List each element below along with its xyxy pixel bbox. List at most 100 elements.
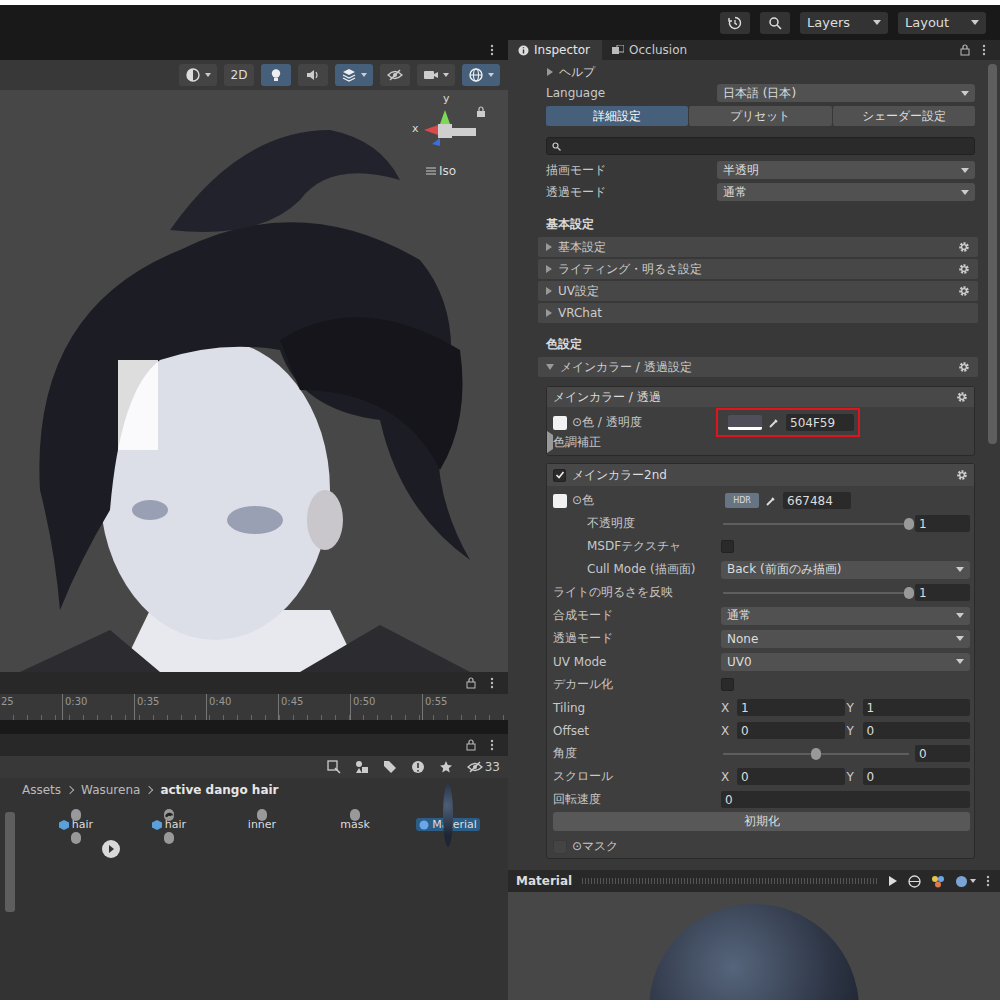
hex-field[interactable]: 504F59 (786, 414, 854, 431)
section-foldout[interactable]: メインカラー / 透過設定 (538, 357, 978, 377)
texture-slot[interactable] (553, 840, 567, 854)
color-swatch[interactable]: HDR (725, 493, 759, 508)
checkbox[interactable] (721, 540, 734, 553)
gear-icon[interactable] (958, 285, 970, 297)
scene-tool-button[interactable] (335, 64, 373, 86)
asset-tile[interactable]: inner (228, 814, 296, 831)
kebab-icon[interactable] (490, 677, 494, 689)
asset-tile[interactable]: hair (135, 814, 203, 831)
asset-tile[interactable]: hair (42, 814, 110, 831)
number-field[interactable]: 1 (915, 515, 970, 532)
lock-icon[interactable] (466, 739, 476, 751)
hue-adjust-foldout[interactable]: 色調補正 (547, 434, 974, 451)
language-dropdown[interactable]: 日本語 (日本) (717, 84, 975, 102)
number-field[interactable]: 0 (737, 768, 845, 785)
property-dropdown[interactable]: None (721, 630, 970, 648)
number-field[interactable]: 0 (863, 722, 971, 739)
history-button[interactable] (720, 12, 750, 34)
section-foldout[interactable]: ライティング・明るさ設定 (538, 259, 978, 279)
lock-icon[interactable] (466, 677, 476, 689)
play-icon[interactable] (888, 875, 898, 887)
inspector-tab[interactable]: Occlusion (602, 40, 699, 60)
texture-slot[interactable] (553, 416, 567, 430)
help-foldout[interactable]: ヘルプ (538, 62, 978, 82)
search-type-icon[interactable] (327, 760, 341, 774)
asset-tile[interactable]: Material (414, 814, 482, 831)
mode-tab[interactable]: シェーダー設定 (833, 106, 975, 126)
enable-checkbox[interactable] (553, 469, 566, 482)
folder-tree-scroll[interactable] (0, 778, 18, 1000)
property-dropdown[interactable]: 半透明 (717, 161, 975, 179)
sphere-icon[interactable] (908, 875, 921, 888)
search-button[interactable] (760, 12, 790, 34)
search-field[interactable] (546, 137, 975, 155)
slider-track[interactable] (723, 753, 909, 755)
label-icon[interactable] (383, 760, 397, 774)
scene-tool-button[interactable] (298, 64, 328, 86)
breadcrumb-item[interactable]: Assets (22, 783, 61, 797)
scene-tool-button[interactable] (261, 64, 291, 86)
number-field[interactable]: 0 (915, 745, 970, 762)
eyedropper-icon[interactable] (768, 417, 780, 429)
asset-tile[interactable]: mask (321, 814, 389, 831)
number-field[interactable]: 0 (721, 791, 970, 808)
gear-icon[interactable] (958, 263, 970, 275)
property-dropdown[interactable]: 通常 (717, 183, 975, 201)
lock-icon[interactable] (476, 106, 486, 118)
color-field[interactable]: HDR 667484 (721, 489, 855, 512)
orientation-gizmo[interactable]: yxIso (410, 102, 480, 192)
lights-icon[interactable] (931, 875, 945, 888)
lock-icon[interactable] (960, 44, 970, 56)
scene-tool-button[interactable] (462, 64, 500, 86)
eyedropper-icon[interactable] (765, 495, 777, 507)
number-field[interactable]: 1 (915, 584, 970, 601)
number-field[interactable]: 0 (863, 768, 971, 785)
kebab-icon[interactable] (490, 44, 494, 56)
mode-tab[interactable]: プリセット (689, 106, 831, 126)
scene-tool-button[interactable]: 2D (224, 64, 254, 86)
slider-thumb[interactable] (811, 748, 821, 760)
number-field[interactable]: 1 (863, 699, 971, 716)
slider-track[interactable] (723, 592, 909, 594)
toolbar-dropdown[interactable]: Layers (800, 12, 888, 34)
gear-icon[interactable] (958, 241, 970, 253)
expand-arrow-icon[interactable] (102, 840, 120, 858)
slider-track[interactable] (723, 523, 909, 525)
number-field[interactable]: 0 (737, 722, 845, 739)
property-dropdown[interactable]: 通常 (721, 607, 970, 625)
drag-handle[interactable] (582, 878, 878, 884)
property-dropdown[interactable]: UV0 (721, 653, 970, 671)
reset-button[interactable]: 初期化 (553, 812, 970, 831)
kebab-icon[interactable] (490, 739, 494, 751)
gear-icon[interactable] (956, 391, 968, 403)
section-foldout[interactable]: VRChat (538, 303, 978, 323)
color-swatch[interactable] (728, 415, 762, 430)
scene-tool-button[interactable] (380, 64, 410, 86)
section-foldout[interactable]: UV設定 (538, 281, 978, 301)
hex-field[interactable]: 667484 (783, 492, 851, 509)
inspector-scrollbar[interactable] (985, 60, 1000, 870)
scroll-thumb[interactable] (5, 812, 15, 912)
hidden-count[interactable]: 33 (467, 760, 500, 774)
projection-toggle[interactable]: Iso (426, 164, 456, 178)
kebab-icon[interactable] (986, 875, 990, 887)
toolbar-dropdown[interactable]: Layout (898, 12, 986, 34)
gear-icon[interactable] (958, 361, 970, 373)
inspector-tab[interactable]: Inspector (508, 40, 602, 60)
preview-shape-dropdown[interactable] (955, 875, 976, 888)
scene-tool-button[interactable] (179, 64, 217, 86)
checkbox[interactable] (721, 678, 734, 691)
property-dropdown[interactable]: Back (前面のみ描画) (721, 561, 970, 579)
scene-tool-button[interactable] (417, 64, 455, 86)
warning-icon[interactable] (411, 760, 425, 774)
texture-slot[interactable] (553, 494, 567, 508)
breadcrumb-item[interactable]: active dango hair (160, 783, 278, 797)
slider-thumb[interactable] (904, 587, 914, 599)
color-field[interactable]: 504F59 (718, 410, 858, 435)
slider-thumb[interactable] (904, 518, 914, 530)
breadcrumb-item[interactable]: Wasurena (81, 783, 140, 797)
section-foldout[interactable]: 基本設定 (538, 237, 978, 257)
time-ruler[interactable]: 250:300:350:400:450:500:55 (0, 694, 508, 720)
mode-tab[interactable]: 詳細設定 (546, 106, 688, 126)
scene-viewport[interactable]: yxIso (0, 90, 508, 672)
